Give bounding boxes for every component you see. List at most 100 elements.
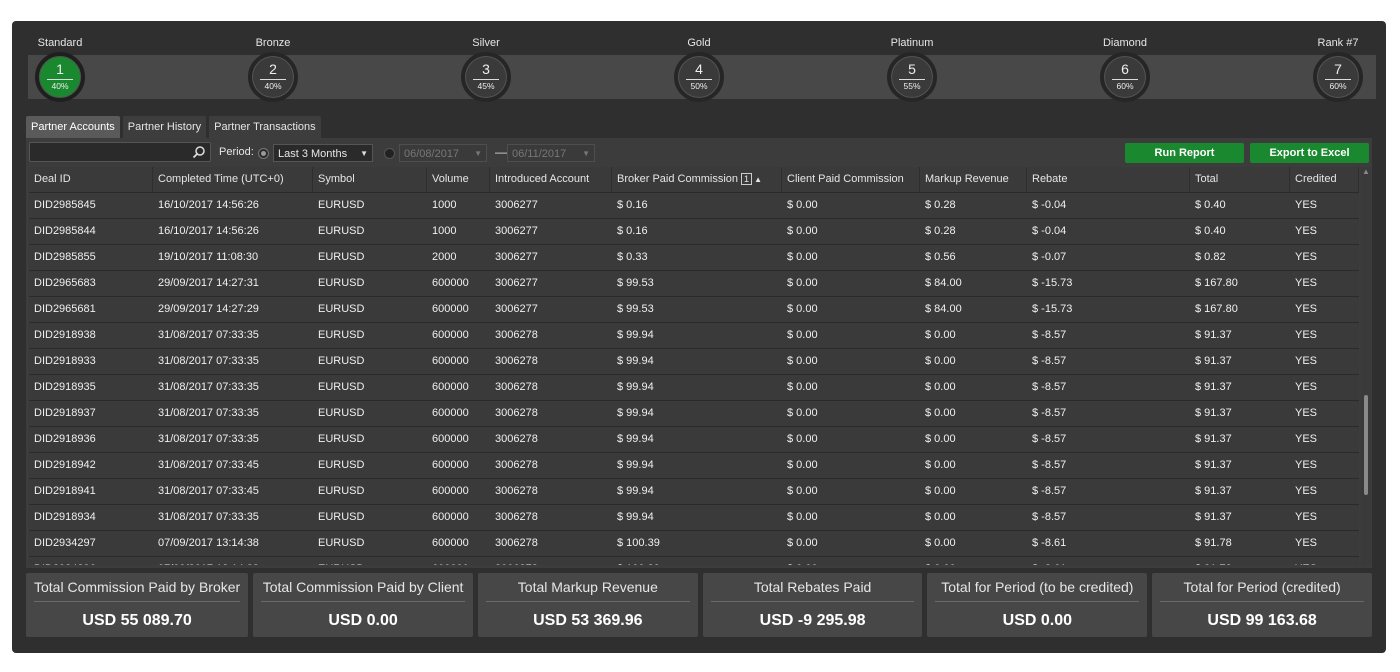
table-row[interactable]: DID2918937 31/08/2017 07:33:35 EURUSD 60000…: [29, 401, 1359, 427]
table-cell: $ 91.37: [1195, 511, 1232, 523]
column-header[interactable]: Symbol: [313, 167, 427, 192]
table-cell: $ 91.78: [1195, 537, 1232, 549]
run-report-button[interactable]: Run Report: [1125, 143, 1244, 163]
export-excel-button[interactable]: Export to Excel: [1250, 143, 1369, 163]
column-header[interactable]: Markup Revenue: [920, 167, 1027, 192]
table-scrollbar[interactable]: ▲: [1361, 167, 1371, 565]
period-preset-radio[interactable]: [258, 148, 269, 159]
table-cell: 600000: [432, 459, 469, 471]
rank-number: 6: [1112, 61, 1138, 80]
date-to-field[interactable]: 06/11/2017 ▼: [507, 144, 595, 162]
date-from-value: 06/08/2017: [404, 148, 460, 160]
table-cell: $ 99.94: [617, 485, 654, 497]
table-cell: DID2918935: [34, 381, 96, 393]
table-row[interactable]: DID2918941 31/08/2017 07:33:45 EURUSD 60000…: [29, 479, 1359, 505]
table-cell: $ 99.53: [617, 277, 654, 289]
table-row[interactable]: DID2918935 31/08/2017 07:33:35 EURUSD 60000…: [29, 375, 1359, 401]
table-cell: DID2918934: [34, 511, 96, 523]
column-header[interactable]: Completed Time (UTC+0): [153, 167, 313, 192]
table-cell: $ 0.00: [925, 511, 956, 523]
table-cell: $ 99.94: [617, 381, 654, 393]
table-cell: 2000: [432, 251, 457, 263]
column-header[interactable]: Total: [1190, 167, 1290, 192]
column-header-label: Client Paid Commission: [787, 173, 904, 185]
table-cell: 31/08/2017 07:33:35: [158, 355, 259, 367]
table-row[interactable]: DID2965681 29/09/2017 14:27:29 EURUSD 60000…: [29, 297, 1359, 323]
table-cell: 3006277: [495, 251, 538, 263]
column-header[interactable]: Broker Paid Commission 1 ▲: [612, 167, 782, 192]
period-custom-radio[interactable]: [384, 148, 395, 159]
scroll-up-icon[interactable]: ▲: [1362, 167, 1370, 176]
table-row[interactable]: DID2918936 31/08/2017 07:33:35 EURUSD 60000…: [29, 427, 1359, 453]
column-header[interactable]: Client Paid Commission: [782, 167, 920, 192]
rank-number: 5: [899, 61, 925, 80]
period-select-value: Last 3 Months: [278, 148, 348, 160]
table-row[interactable]: DID2985855 19/10/2017 11:08:30 EURUSD 2000 3…: [29, 245, 1359, 271]
table-row[interactable]: DID2918934 31/08/2017 07:33:35 EURUSD 60000…: [29, 505, 1359, 531]
table-cell: $ 0.00: [925, 355, 956, 367]
table-cell: 3006278: [495, 485, 538, 497]
rank-badge: 5 55%: [887, 52, 937, 102]
table-cell: $ 99.94: [617, 459, 654, 471]
table-row[interactable]: DID2985844 16/10/2017 14:56:26 EURUSD 1000 3…: [29, 219, 1359, 245]
table-cell: EURUSD: [318, 537, 365, 549]
table-cell: $ -8.57: [1032, 459, 1067, 471]
total-title: Total for Period (credited): [1160, 579, 1365, 602]
total-card: Total for Period (to be credited) USD 0.0…: [927, 573, 1148, 637]
table-cell: $ 0.40: [1195, 199, 1226, 211]
table-body: DID2985845 16/10/2017 14:56:26 EURUSD 1000 3…: [29, 193, 1359, 565]
table-cell: 600000: [432, 433, 469, 445]
rank-label: Rank #7: [1317, 37, 1359, 49]
table-row[interactable]: DID293429607/09/2017 13:14:38EURUSD60000…: [29, 557, 1359, 565]
table-cell: $ -15.73: [1032, 303, 1073, 315]
rank-number: 3: [473, 61, 499, 80]
table-cell: $ 99.53: [617, 303, 654, 315]
table-cell: 3006278: [495, 433, 538, 445]
tab-partner-transactions[interactable]: Partner Transactions: [209, 116, 321, 138]
table-cell: $ 99.94: [617, 329, 654, 341]
table-row[interactable]: DID2918938 31/08/2017 07:33:35 EURUSD 60000…: [29, 323, 1359, 349]
tab-partner-history[interactable]: Partner History: [122, 116, 207, 138]
column-header-label: Markup Revenue: [925, 173, 1009, 185]
table-cell: $ -15.73: [1032, 277, 1073, 289]
total-card: Total for Period (credited) USD 99 163.68: [1152, 573, 1373, 637]
table-row[interactable]: DID2934297 07/09/2017 13:14:38 EURUSD 60000…: [29, 531, 1359, 557]
table-cell: DID2934296: [29, 557, 153, 565]
table-cell: EURUSD: [318, 511, 365, 523]
column-header[interactable]: Volume: [427, 167, 490, 192]
column-header[interactable]: Introduced Account: [490, 167, 612, 192]
total-value: USD 53 369.96: [533, 612, 643, 629]
table-row[interactable]: DID2918933 31/08/2017 07:33:35 EURUSD 60000…: [29, 349, 1359, 375]
table-cell: 31/08/2017 07:33:45: [158, 459, 259, 471]
table-cell: $ 84.00: [925, 277, 962, 289]
search-icon[interactable]: [192, 145, 206, 159]
table-row[interactable]: DID2985845 16/10/2017 14:56:26 EURUSD 1000 3…: [29, 193, 1359, 219]
total-value: USD 0.00: [1002, 612, 1073, 629]
rank-label: Gold: [687, 37, 711, 49]
column-header-label: Rebate: [1032, 173, 1068, 185]
table-cell: $ -8.57: [1032, 407, 1067, 419]
column-header[interactable]: Credited: [1290, 167, 1359, 192]
table-cell: EURUSD: [313, 557, 427, 565]
tab-partner-accounts[interactable]: Partner Accounts: [26, 116, 120, 138]
table-cell: DID2918941: [34, 485, 96, 497]
table-cell: $ 0.82: [1195, 251, 1226, 263]
table-row[interactable]: DID2965683 29/09/2017 14:27:31 EURUSD 60000…: [29, 271, 1359, 297]
column-header[interactable]: Rebate: [1027, 167, 1190, 192]
search-box[interactable]: [29, 142, 211, 162]
table-cell: $ 99.94: [617, 407, 654, 419]
period-select[interactable]: Last 3 Months ▼: [273, 144, 373, 162]
table-row[interactable]: DID2918942 31/08/2017 07:33:45 EURUSD 60000…: [29, 453, 1359, 479]
rank-badge: 4 50%: [674, 52, 724, 102]
table-cell: $ -8.57: [1032, 485, 1067, 497]
scroll-thumb[interactable]: [1364, 395, 1368, 495]
table-cell: $ -8.61: [1027, 557, 1190, 565]
date-from-field[interactable]: 06/08/2017 ▼: [399, 144, 487, 162]
table-cell: EURUSD: [318, 225, 365, 237]
column-header[interactable]: Deal ID: [29, 167, 153, 192]
search-input[interactable]: [30, 144, 193, 162]
rank-percentage: 60%: [1116, 81, 1134, 91]
rank-percentage: 60%: [1329, 81, 1347, 91]
period-label: Period:: [219, 146, 254, 158]
table-cell: $ 0.40: [1195, 225, 1226, 237]
